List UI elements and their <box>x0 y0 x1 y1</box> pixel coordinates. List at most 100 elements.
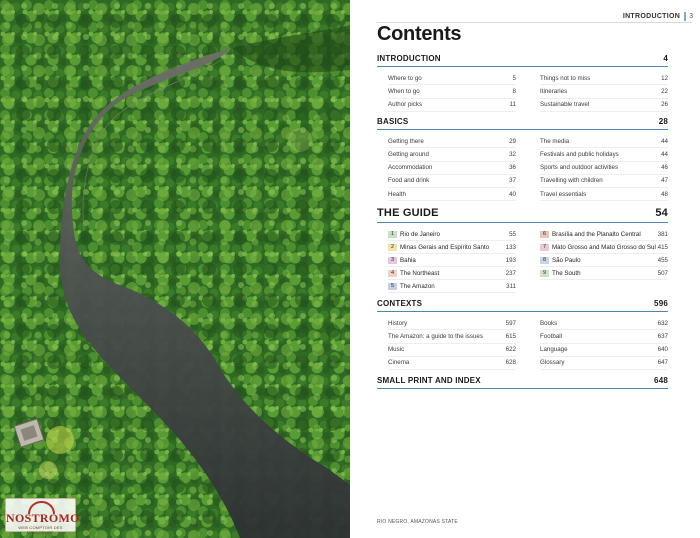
cover-photo: NOSTROMO WEB COMPTOIR DES VOYAGEURS <box>0 0 350 538</box>
entry-label: The Northeast <box>400 269 440 277</box>
toc-entry[interactable]: Where to go 5 <box>388 72 516 86</box>
entry-label: Sports and outdoor activities <box>540 164 619 172</box>
toc-entry[interactable]: The Amazon: a guide to the issues 615 <box>388 330 516 344</box>
toc-entry[interactable]: When to go 8 <box>388 85 516 99</box>
entry-page-number: 47 <box>661 177 668 185</box>
toc-entry[interactable]: Sustainable travel 26 <box>540 99 668 112</box>
toc-entry[interactable]: Health 40 <box>388 188 516 202</box>
section-heading[interactable]: CONTEXTS 596 <box>377 299 668 312</box>
entry-label: The Amazon <box>400 282 435 290</box>
entry-page-number: 37 <box>509 177 516 185</box>
guide-chapter-entry[interactable]: 1 Rio de Janeiro 55 <box>388 228 516 241</box>
entry-label: Language <box>540 346 568 354</box>
entry-label: The media <box>540 137 570 145</box>
section-contexts: CONTEXTS 596 History 597 The Amazon: a gu… <box>377 299 668 370</box>
entry-page-number: 11 <box>509 101 516 109</box>
toc-entry[interactable]: Language 640 <box>540 344 668 357</box>
toc-entry[interactable]: Travel essentials 48 <box>540 188 668 202</box>
guide-chapter-entry[interactable]: 9 The South 507 <box>540 267 668 280</box>
entry-label: Rio de Janeiro <box>400 230 440 238</box>
toc-entry[interactable]: Things not to miss 12 <box>540 72 668 86</box>
toc-entry[interactable]: Glossary 647 <box>540 357 668 370</box>
guide-chapter-entry[interactable]: 8 São Paulo 455 <box>540 254 668 267</box>
entry-label: 7 Mato Grosso and Mato Grosso do Sul <box>540 243 656 251</box>
guide-chapter-entry[interactable]: 7 Mato Grosso and Mato Grosso do Sul 415 <box>540 241 668 254</box>
entry-page-number: 36 <box>509 164 516 172</box>
toc-entry[interactable]: Festivals and public holidays 44 <box>540 148 668 162</box>
entry-label: Itineraries <box>540 87 568 95</box>
entry-page-number: 628 <box>505 359 516 367</box>
entry-label: Minas Gerais and Espírito Santo <box>400 243 490 251</box>
entry-label: History <box>388 319 408 327</box>
entry-label: São Paulo <box>552 256 581 264</box>
entry-page-number: 597 <box>505 319 516 327</box>
entry-page-number: 455 <box>657 256 668 264</box>
chapter-number-badge: 5 <box>388 282 397 290</box>
toc-entry[interactable]: History 597 <box>388 317 516 331</box>
photo-caption: RIO NEGRO, AMAZONAS STATE <box>377 519 458 525</box>
page-title: Contents <box>377 23 462 45</box>
entry-label: Accommodation <box>388 164 433 172</box>
entry-page-number: 26 <box>661 101 668 109</box>
guide-chapter-entry[interactable]: 3 Bahia 193 <box>388 254 516 267</box>
entry-label: The South <box>552 269 581 277</box>
entry-page-number: 8 <box>512 87 516 95</box>
entry-page-number: 55 <box>509 230 516 238</box>
entry-label: Travelling with children <box>540 177 603 185</box>
toc-entry[interactable]: Books 632 <box>540 317 668 331</box>
entry-page-number: 32 <box>509 150 516 158</box>
chapter-number-badge: 1 <box>388 230 397 238</box>
header-section: INTRODUCTION <box>622 12 681 20</box>
entry-page-number: 12 <box>661 74 668 82</box>
entry-label: Food and drink <box>388 177 430 185</box>
toc-entry[interactable]: Itineraries 22 <box>540 85 668 99</box>
entry-label: Music <box>388 346 405 354</box>
contents-page: INTRODUCTION 3 Contents INTRODUCTION 4 W… <box>350 0 700 538</box>
entry-label: 9 The South <box>540 269 581 277</box>
chapter-number-badge: 9 <box>540 269 549 277</box>
entry-label: Books <box>540 319 558 327</box>
toc-entry[interactable]: Getting around 32 <box>388 148 516 162</box>
entry-label: 6 Brasília and the Planalto Central <box>540 230 641 238</box>
entry-label: Cinema <box>388 359 410 367</box>
entry-page-number: 415 <box>657 243 668 251</box>
toc-entry[interactable]: Sports and outdoor activities 46 <box>540 162 668 175</box>
section-heading[interactable]: SMALL PRINT AND INDEX 648 <box>377 376 668 389</box>
entry-page-number: 640 <box>657 346 668 354</box>
entry-label: Where to go <box>388 74 422 82</box>
toc-entry[interactable]: Getting there 29 <box>388 135 516 149</box>
entry-label: 3 Bahia <box>388 256 416 264</box>
section-heading[interactable]: BASICS 28 <box>377 117 668 130</box>
guide-chapter-entry[interactable]: 2 Minas Gerais and Espírito Santo 133 <box>388 241 516 254</box>
entry-label: The Amazon: a guide to the issues <box>388 332 483 340</box>
toc-entry[interactable]: Accommodation 36 <box>388 162 516 175</box>
entry-label: Getting around <box>388 150 429 158</box>
entry-page-number: 46 <box>661 164 668 172</box>
toc-entry[interactable]: The media 44 <box>540 135 668 149</box>
entry-page-number: 381 <box>657 230 668 238</box>
entry-label: Sustainable travel <box>540 101 590 109</box>
toc-entry[interactable]: Food and drink 37 <box>388 175 516 188</box>
toc-entry[interactable]: Music 622 <box>388 344 516 357</box>
entry-label: Author picks <box>388 101 423 109</box>
toc-entry[interactable]: Football 637 <box>540 330 668 344</box>
section-heading[interactable]: INTRODUCTION 4 <box>377 54 668 67</box>
guide-chapter-entry[interactable]: 5 The Amazon 311 <box>388 280 516 293</box>
toc-entry[interactable]: Author picks 11 <box>388 99 516 112</box>
logo-wordmark: NOSTROMO <box>6 511 80 525</box>
entry-label: Health <box>388 190 406 198</box>
section-heading[interactable]: THE GUIDE 54 <box>377 207 668 223</box>
entry-page-number: 507 <box>657 269 668 277</box>
nostromo-logo: NOSTROMO WEB COMPTOIR DES VOYAGEURS <box>5 498 80 535</box>
guide-chapter-entry[interactable]: 6 Brasília and the Planalto Central 381 <box>540 228 668 241</box>
toc-entry[interactable]: Travelling with children 47 <box>540 175 668 188</box>
running-header: INTRODUCTION 3 <box>623 11 693 21</box>
guide-chapter-entry[interactable]: 4 The Northeast 237 <box>388 267 516 280</box>
chapter-number-badge: 3 <box>388 256 397 264</box>
header-divider <box>684 11 687 21</box>
entry-label: 5 The Amazon <box>388 282 435 290</box>
chapter-number-badge: 2 <box>388 243 397 251</box>
toc-entry[interactable]: Cinema 628 <box>388 357 516 370</box>
section-small-print: SMALL PRINT AND INDEX 648 <box>377 376 668 389</box>
entry-label: 2 Minas Gerais and Espírito Santo <box>388 243 490 251</box>
